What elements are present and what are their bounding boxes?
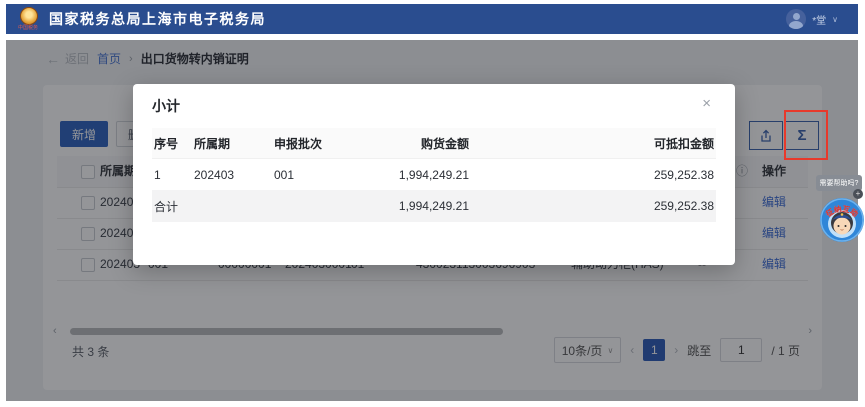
app-header: 中国税务 国家税务总局上海市电子税务局 *堂 ∨	[6, 4, 858, 34]
col-no: 序号	[154, 135, 194, 152]
cell-purchase: 1,994,249.21	[374, 168, 469, 182]
cell-no: 1	[154, 168, 194, 182]
emblem-caption: 中国税务	[18, 26, 38, 31]
modal-total-row: 合计 1,994,249.21 259,252.38	[152, 190, 716, 222]
col-batch: 申报批次	[274, 135, 374, 152]
mascot-icon: 征纳互动	[819, 197, 865, 243]
total-label: 合计	[154, 198, 194, 215]
col-period: 所属期	[194, 135, 274, 152]
cell-deductible: 259,252.38	[469, 168, 714, 182]
modal-table-row: 1 202403 001 1,994,249.21 259,252.38	[152, 158, 716, 190]
cell-period: 202403	[194, 168, 274, 182]
annotation-red-box	[784, 110, 828, 160]
subtotal-modal: 小计 × 序号 所属期 申报批次 购货金额 可抵扣金额 1 202403 001…	[133, 84, 735, 265]
col-purchase: 购货金额	[374, 135, 469, 152]
total-purchase: 1,994,249.21	[374, 199, 469, 213]
assistant-mascot[interactable]: 征纳互动	[819, 197, 865, 243]
user-name: *堂	[812, 12, 826, 27]
tax-emblem-logo: 中国税务	[20, 6, 40, 32]
col-deductible: 可抵扣金额	[469, 135, 714, 152]
emblem-icon	[20, 7, 38, 25]
app-title: 国家税务总局上海市电子税务局	[49, 9, 266, 29]
screen: 中国税务 国家税务总局上海市电子税务局 *堂 ∨ ← 返回 首页 › 出口货物转…	[0, 0, 865, 407]
chevron-down-icon[interactable]: ∨	[832, 15, 838, 24]
cell-batch: 001	[274, 168, 374, 182]
close-icon[interactable]: ×	[702, 95, 711, 113]
modal-table-header: 序号 所属期 申报批次 购货金额 可抵扣金额	[152, 128, 716, 158]
user-avatar-icon[interactable]	[786, 9, 806, 29]
user-menu[interactable]: *堂 ∨	[786, 9, 838, 29]
modal-table: 序号 所属期 申报批次 购货金额 可抵扣金额 1 202403 001 1,99…	[152, 128, 716, 222]
modal-title: 小计	[152, 96, 180, 116]
total-deductible: 259,252.38	[469, 199, 714, 213]
